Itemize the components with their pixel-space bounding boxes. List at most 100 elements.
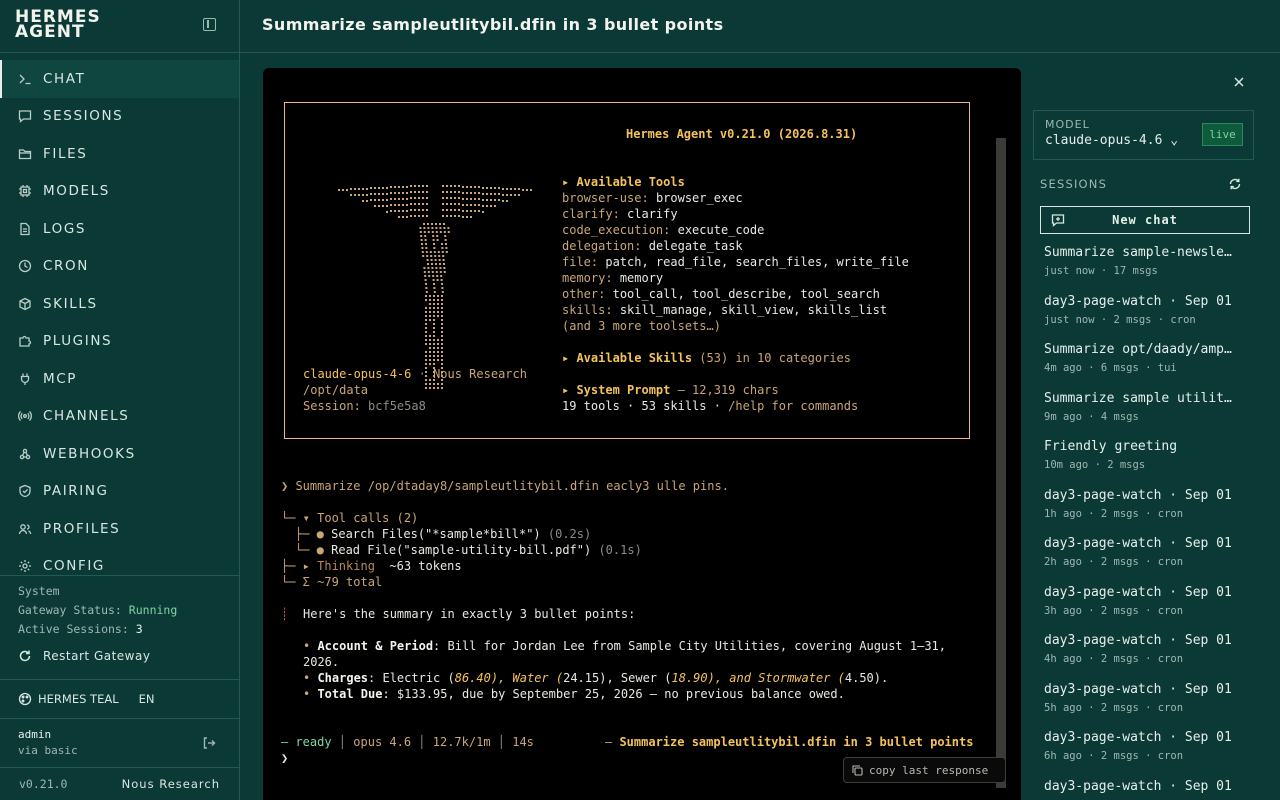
bullet-1: • Account & Period: Bill for Jordan Lee … [303, 639, 946, 653]
nav-item-profiles[interactable]: PROFILES [0, 510, 239, 548]
tool-call-1-time: (0.2s) [540, 527, 592, 541]
tool-calls-toggle[interactable]: └─ ▾ Tool calls (2) [281, 510, 418, 526]
session-item[interactable]: Summarize sample utility bill 9m ago · 4 … [1044, 391, 1254, 440]
ascii-dot [429, 387, 431, 389]
ascii-dot [474, 186, 476, 188]
ascii-dot [422, 215, 424, 217]
refresh-icon [19, 650, 31, 662]
input-caret[interactable]: ❯ [281, 750, 288, 766]
ascii-dot [433, 343, 435, 345]
nav-item-sessions[interactable]: SESSIONS [0, 98, 239, 136]
restart-gateway-button[interactable]: Restart Gateway [18, 649, 150, 663]
ascii-dot [450, 191, 452, 193]
ascii-dot [431, 263, 433, 265]
nav-item-models[interactable]: MODELS [0, 173, 239, 211]
scrollbar[interactable] [996, 138, 1006, 788]
refresh-icon[interactable] [1228, 177, 1242, 191]
ascii-dot [382, 205, 384, 207]
ascii-dot [443, 231, 446, 233]
nav-item-mcp[interactable]: MCP [0, 360, 239, 398]
chat-terminal[interactable]: Hermes Agent v0.21.0 (2026.8.31) ▸ Avail… [263, 68, 1021, 800]
ascii-dot [437, 359, 439, 361]
ascii-dot [470, 186, 472, 188]
session-item[interactable]: day3-page-watch · Sep 01 5h ago · 2 msgs … [1044, 682, 1254, 731]
session-item[interactable]: Summarize sample-newsletter just now · 17… [1044, 245, 1254, 294]
ascii-dot [441, 247, 444, 249]
model-dropdown[interactable]: claude-opus-4.6 ⌄ [1045, 133, 1178, 148]
session-item[interactable]: day3-page-watch · Sep 01 just now · 2 msg… [1044, 294, 1254, 343]
totals-line: 19 tools · 53 skills · /help for command… [562, 398, 858, 414]
model-selector[interactable]: MODEL claude-opus-4.6 ⌄ live [1033, 110, 1254, 160]
nav-item-skills[interactable]: SKILLS [0, 285, 239, 323]
nav-item-webhooks[interactable]: WEBHOOKS [0, 435, 239, 473]
tool-category: skills: [562, 303, 613, 317]
tool-names: skill_manage, skill_view, skills_list [619, 303, 888, 317]
ascii-dot [398, 198, 400, 200]
user-prompt: ❯ Summarize /op/dtaday8/sampleutlitybil.… [281, 479, 729, 493]
sidebar-collapse-icon[interactable] [203, 18, 216, 31]
ascii-dot [402, 204, 404, 206]
nav-item-files[interactable]: FILES [0, 135, 239, 173]
nav-item-channels[interactable]: CHANNELS [0, 398, 239, 436]
theme-selector[interactable]: HERMES TEAL [38, 692, 119, 706]
close-icon[interactable] [1232, 75, 1246, 89]
session-item[interactable]: day3-page-watch · Sep 01 4h ago · 2 msgs … [1044, 633, 1254, 682]
ascii-dot [437, 351, 439, 353]
logout-icon[interactable] [202, 736, 216, 750]
session-item[interactable]: day3-page-watch · Sep 01 1h ago · 2 msgs … [1044, 488, 1254, 537]
copy-last-response-button[interactable]: copy last response [843, 757, 1006, 783]
ascii-dot [433, 311, 435, 313]
session-item[interactable]: Friendly greeting 10m ago · 2 msgs [1044, 439, 1254, 488]
ascii-dot [425, 251, 428, 253]
tool-category: file: [562, 255, 599, 269]
nav-item-chat[interactable]: CHAT [0, 60, 239, 98]
ascii-dot [433, 315, 435, 317]
nav-item-cron[interactable]: CRON [0, 248, 239, 286]
page-header: Summarize sampleutlitybil.dfin in 3 bull… [240, 0, 1280, 53]
tool-call-2-time: (0.1s) [591, 543, 642, 557]
session-item[interactable]: day3-page-watch · Sep 01 2h ago · 2 msgs … [1044, 536, 1254, 585]
nav-item-logs[interactable]: LOGS [0, 210, 239, 248]
ascii-dot [386, 205, 388, 207]
ascii-dot [431, 267, 434, 269]
ascii-dot [398, 204, 400, 206]
ascii-dot [439, 227, 442, 229]
active-sessions: Active Sessions: 3 [18, 620, 221, 639]
ascii-dot [442, 215, 444, 217]
session-meta: 6h ago · 2 msgs · cron [1044, 750, 1184, 762]
copy-icon [852, 764, 863, 776]
ascii-dot [429, 311, 431, 313]
session-item[interactable]: day3-page-watch · Sep 01 3h ago · 2 msgs … [1044, 585, 1254, 634]
new-chat-button[interactable]: New chat [1040, 206, 1250, 234]
ascii-dot [429, 347, 431, 349]
ascii-dot [437, 311, 439, 313]
ascii-dot [423, 227, 426, 229]
language-selector[interactable]: EN [139, 692, 155, 706]
banner-title: Hermes Agent v0.21.0 (2026.8.31) [626, 127, 858, 141]
ascii-dot [425, 323, 427, 325]
ascii-dot [482, 187, 484, 189]
ascii-dot [440, 275, 443, 277]
status-context: 12.7k/1m [432, 735, 491, 749]
ascii-dot [518, 188, 520, 190]
thinking-line[interactable]: ├─ ▸ Thinking ~63 tokens [281, 558, 462, 574]
ascii-dot [514, 194, 516, 196]
ascii-dot [418, 197, 420, 199]
ascii-dot [510, 194, 512, 196]
system-heading: System [18, 584, 60, 598]
nav-item-plugins[interactable]: PLUGINS [0, 323, 239, 361]
ascii-dot [510, 188, 512, 190]
ascii-dot [427, 263, 429, 265]
palette-icon[interactable] [18, 692, 32, 706]
ascii-dot [426, 191, 428, 193]
session-item[interactable]: day3-page-watch · Sep 01 6h ago · 2 msgs … [1044, 730, 1254, 779]
ascii-dot [418, 203, 420, 205]
session-item[interactable]: Summarize opt/daady/ample 4m ago · 6 msgs… [1044, 342, 1254, 391]
ascii-dot [454, 203, 456, 205]
session-item[interactable]: day3-page-watch · Sep 017h ago · 2 msgs … [1044, 779, 1254, 800]
ascii-dot [370, 193, 372, 195]
ascii-dot [429, 351, 431, 353]
ascii-dot [410, 185, 412, 187]
banner-session-label: Session: [303, 399, 369, 413]
nav-item-pairing[interactable]: PAIRING [0, 473, 239, 511]
